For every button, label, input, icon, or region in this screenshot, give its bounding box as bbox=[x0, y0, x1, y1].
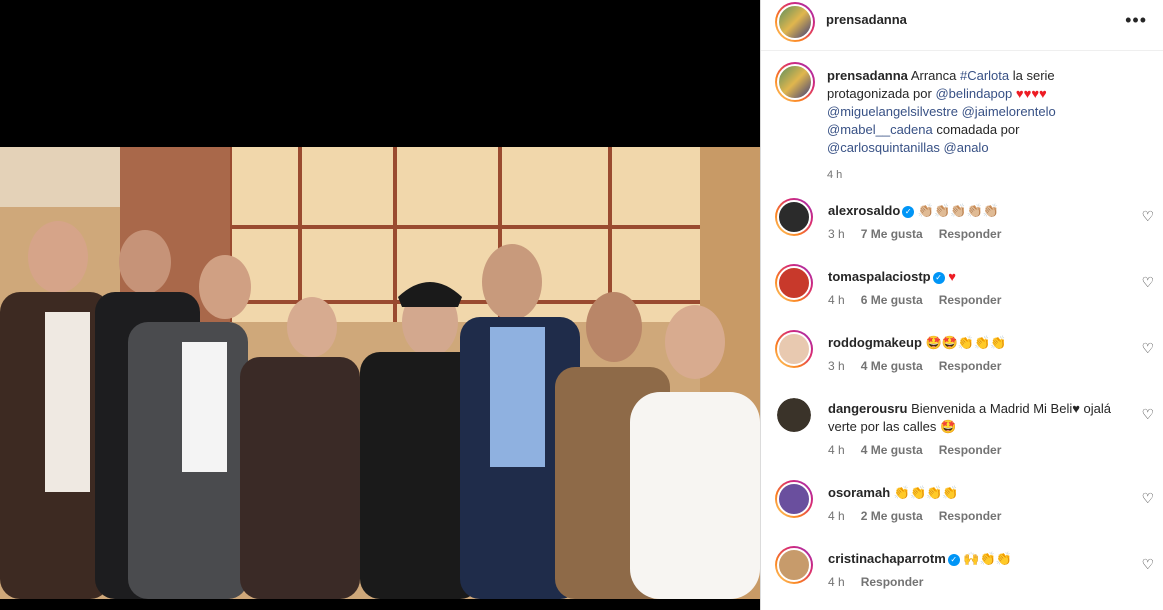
heart-outline-icon[interactable]: ♡ bbox=[1141, 556, 1154, 573]
comment-text: 🙌👏👏 bbox=[963, 551, 1012, 566]
commenter-avatar[interactable] bbox=[775, 198, 813, 236]
comment-time[interactable]: 4 h bbox=[828, 575, 845, 589]
mention-link[interactable]: @miguelangelsilvestre bbox=[827, 104, 958, 119]
group-photo-illustration bbox=[0, 147, 760, 599]
comment-text: 👏🏼👏🏼👏🏼👏🏼👏🏼 bbox=[917, 203, 999, 218]
comment-time[interactable]: 4 h bbox=[828, 509, 845, 523]
heart-outline-icon[interactable]: ♡ bbox=[1141, 490, 1154, 507]
commenter-avatar[interactable] bbox=[775, 264, 813, 302]
comment-time[interactable]: 3 h bbox=[828, 227, 845, 241]
verified-badge-icon: ✓ bbox=[902, 205, 915, 218]
reply-button[interactable]: Responder bbox=[939, 359, 1002, 373]
post-caption: prensadanna Arranca #Carlota la serie pr… bbox=[827, 67, 1127, 184]
comment-likes[interactable]: 7 Me gusta bbox=[861, 227, 923, 241]
mention-link[interactable]: @mabel__cadena bbox=[827, 122, 933, 137]
commenter-avatar[interactable] bbox=[775, 546, 813, 584]
verified-badge-icon: ✓ bbox=[947, 553, 960, 566]
mention-link[interactable]: @analo bbox=[944, 140, 989, 155]
heart-outline-icon[interactable]: ♡ bbox=[1141, 208, 1154, 225]
comment-time[interactable]: 3 h bbox=[828, 359, 845, 373]
mention-link[interactable]: @belindapop bbox=[935, 86, 1012, 101]
mention-link[interactable]: @carlosquintanillas bbox=[827, 140, 940, 155]
comment-text: ♥ bbox=[948, 269, 956, 284]
comment-likes[interactable]: 4 Me gusta bbox=[861, 443, 923, 457]
comment-time[interactable]: 4 h bbox=[828, 443, 845, 457]
caption-text: comadada por bbox=[936, 122, 1020, 137]
heart-outline-icon[interactable]: ♡ bbox=[1141, 340, 1154, 357]
comment-likes[interactable]: 6 Me gusta bbox=[861, 293, 923, 307]
comment-likes[interactable]: 4 Me gusta bbox=[861, 359, 923, 373]
comment-likes[interactable]: 2 Me gusta bbox=[861, 509, 923, 523]
hashtag-link[interactable]: #Carlota bbox=[960, 68, 1009, 83]
comment-text: 🤩🤩👏👏👏 bbox=[925, 335, 1007, 350]
comment-username[interactable]: tomaspalaciostp bbox=[828, 269, 931, 284]
caption-avatar[interactable] bbox=[775, 62, 815, 102]
heart-outline-icon[interactable]: ♡ bbox=[1141, 406, 1154, 423]
comment-time[interactable]: 4 h bbox=[828, 293, 845, 307]
comment-username[interactable]: alexrosaldo bbox=[828, 203, 900, 218]
post-media[interactable] bbox=[0, 0, 760, 610]
reply-button[interactable]: Responder bbox=[939, 227, 1002, 241]
reply-button[interactable]: Responder bbox=[939, 293, 1002, 307]
reply-button[interactable]: Responder bbox=[861, 575, 924, 589]
post-header: prensadanna ••• bbox=[761, 0, 1163, 51]
commenter-avatar[interactable] bbox=[777, 398, 811, 432]
reply-button[interactable]: Responder bbox=[939, 509, 1002, 523]
mention-link[interactable]: @jaimelorentelo bbox=[962, 104, 1056, 119]
commenter-avatar[interactable] bbox=[775, 480, 813, 518]
caption-username[interactable]: prensadanna bbox=[827, 68, 908, 83]
comments-panel: prensadanna ••• prensadanna Arranca #Car… bbox=[760, 0, 1163, 610]
caption-text: Arranca bbox=[910, 68, 957, 83]
comment-text: 👏👏👏👏 bbox=[893, 485, 959, 500]
caption-time[interactable]: 4 h bbox=[827, 166, 1127, 184]
verified-badge-icon: ✓ bbox=[932, 271, 945, 284]
commenter-avatar[interactable] bbox=[775, 330, 813, 368]
post-photo bbox=[0, 147, 760, 599]
comment-username[interactable]: cristinachaparrotm bbox=[828, 551, 946, 566]
comment-username[interactable]: osoramah bbox=[828, 485, 890, 500]
reply-button[interactable]: Responder bbox=[939, 443, 1002, 457]
comment-username[interactable]: dangerousru bbox=[828, 401, 907, 416]
heart-outline-icon[interactable]: ♡ bbox=[1141, 274, 1154, 291]
comment-username[interactable]: roddogmakeup bbox=[828, 335, 922, 350]
author-avatar[interactable] bbox=[775, 2, 815, 42]
author-username[interactable]: prensadanna bbox=[826, 12, 907, 27]
heart-emojis: ♥♥♥♥ bbox=[1015, 86, 1047, 101]
more-horizontal-icon[interactable]: ••• bbox=[1125, 10, 1147, 31]
